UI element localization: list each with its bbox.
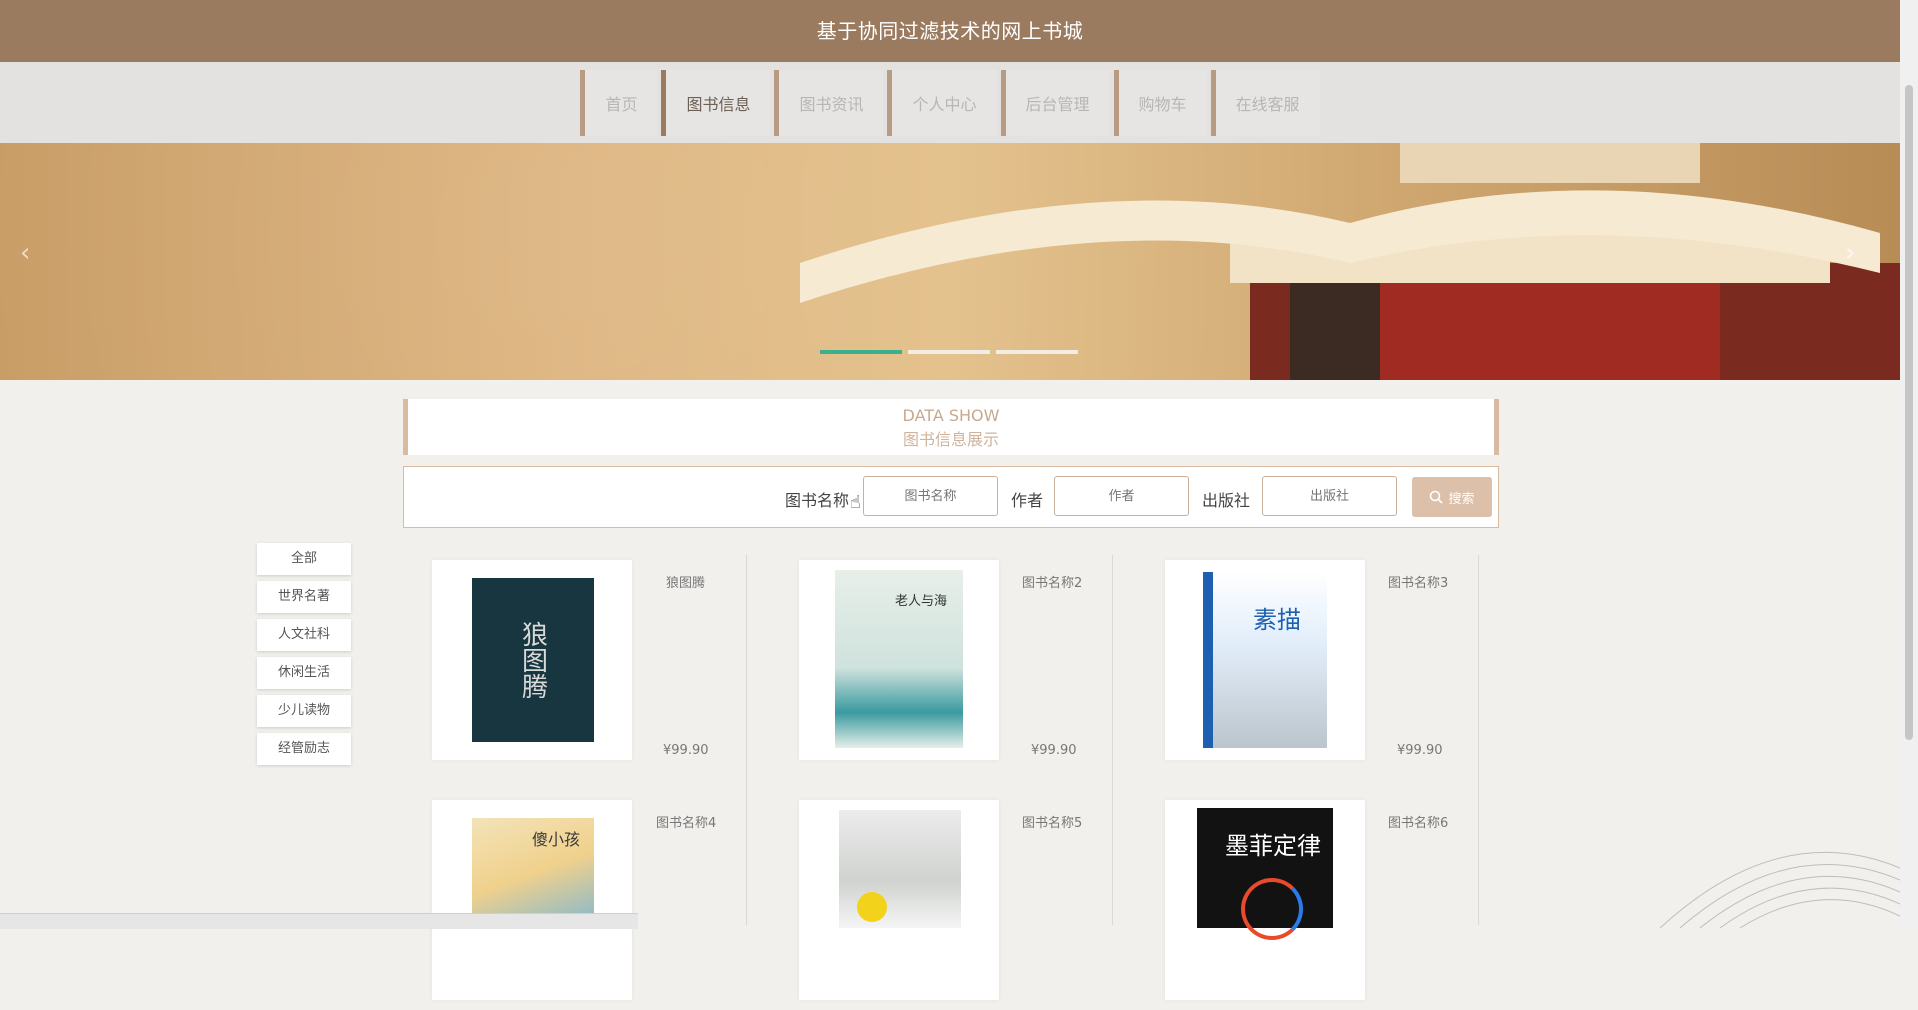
decorative-lines xyxy=(1659,851,1900,928)
product-name[interactable]: 图书名称3 xyxy=(1388,572,1468,591)
column-divider xyxy=(1478,555,1479,925)
category-business[interactable]: 经管励志 xyxy=(257,733,351,765)
search-button-label: 搜索 xyxy=(1448,491,1475,507)
product-price: ¥99.90 xyxy=(1397,743,1443,758)
product-image[interactable] xyxy=(799,800,999,1000)
author-input[interactable] xyxy=(1054,476,1189,516)
nav-item-personal-center[interactable]: 个人中心 xyxy=(887,69,997,136)
book-name-label: 图书名称 xyxy=(785,491,850,510)
yellow-badge xyxy=(857,892,887,922)
book-cover: 傻小孩 xyxy=(472,818,594,928)
banner-dot[interactable] xyxy=(820,350,902,354)
section-title-zh: 图书信息展示 xyxy=(902,430,999,449)
book-cover-title: 傻小孩 xyxy=(532,830,581,849)
section-header: DATA SHOW 图书信息展示 xyxy=(403,399,1499,455)
book-cover-title: 老人与海 xyxy=(895,594,948,609)
product-card[interactable]: 素描 图书名称3 ¥99.90 xyxy=(1165,560,1455,770)
search-button[interactable]: 搜索 xyxy=(1412,477,1492,517)
banner-dot[interactable] xyxy=(908,350,990,354)
nav-item-cart[interactable]: 购物车 xyxy=(1113,69,1207,136)
product-card[interactable]: 狼图腾 狼图腾 ¥99.90 xyxy=(432,560,722,770)
product-name[interactable]: 图书名称5 xyxy=(1022,812,1102,831)
category-humanities[interactable]: 人文社科 xyxy=(257,619,351,651)
column-divider xyxy=(1112,555,1113,925)
mouse-cursor-icon: ☝ xyxy=(850,492,861,513)
book-cover: 狼图腾 xyxy=(472,578,594,742)
publisher-label: 出版社 xyxy=(1202,491,1251,510)
product-card[interactable]: 墨菲定律 图书名称6 xyxy=(1165,800,1455,1010)
banner-dots xyxy=(820,350,1078,354)
nav-item-admin[interactable]: 后台管理 xyxy=(1000,69,1110,136)
product-card[interactable]: 老人与海 图书名称2 ¥99.90 xyxy=(799,560,1089,770)
banner-carousel[interactable]: ‹ › xyxy=(0,143,1900,380)
product-name[interactable]: 图书名称6 xyxy=(1388,812,1468,831)
book-cover: 素描 xyxy=(1203,572,1327,748)
main-nav: 首页 图书信息 图书资讯 个人中心 后台管理 购物车 在线客服 xyxy=(0,62,1900,143)
book-cover-title: 素描 xyxy=(1253,606,1301,634)
author-label: 作者 xyxy=(1011,491,1044,510)
product-image[interactable]: 墨菲定律 xyxy=(1165,800,1365,1000)
banner-next-icon[interactable]: › xyxy=(1845,238,1863,278)
banner-dot[interactable] xyxy=(996,350,1078,354)
product-price: ¥99.90 xyxy=(663,743,709,758)
book-cover: 墨菲定律 xyxy=(1197,808,1333,940)
column-divider xyxy=(746,555,747,925)
book-name-input[interactable] xyxy=(863,476,998,516)
product-image[interactable]: 老人与海 xyxy=(799,560,999,760)
book-cover: 老人与海 xyxy=(835,570,963,748)
category-all[interactable]: 全部 xyxy=(257,543,351,575)
banner-book-illustration xyxy=(800,143,1900,380)
section-title-en: DATA SHOW xyxy=(902,406,1000,425)
product-image[interactable]: 狼图腾 xyxy=(432,560,632,760)
product-card[interactable]: 傻小孩 图书名称4 xyxy=(432,800,722,1010)
category-world-classics[interactable]: 世界名著 xyxy=(257,581,351,613)
banner-prev-icon[interactable]: ‹ xyxy=(20,238,38,278)
book-cover xyxy=(839,810,961,928)
nav-item-home[interactable]: 首页 xyxy=(580,69,658,136)
site-title: 基于协同过滤技术的网上书城 xyxy=(816,19,1084,43)
cover-ring xyxy=(1241,878,1303,940)
browser-status-bar xyxy=(0,913,638,929)
nav-item-book-news[interactable]: 图书资讯 xyxy=(774,69,884,136)
product-image[interactable]: 素描 xyxy=(1165,560,1365,760)
category-leisure[interactable]: 休闲生活 xyxy=(257,657,351,689)
search-icon xyxy=(1430,490,1444,504)
product-name[interactable]: 图书名称2 xyxy=(1022,572,1102,591)
product-card[interactable]: 图书名称5 xyxy=(799,800,1089,1010)
category-children[interactable]: 少儿读物 xyxy=(257,695,351,727)
nav-item-support[interactable]: 在线客服 xyxy=(1210,69,1320,136)
scrollbar-thumb[interactable] xyxy=(1905,85,1913,740)
site-header: 基于协同过滤技术的网上书城 xyxy=(0,0,1900,62)
publisher-input[interactable] xyxy=(1262,476,1397,516)
product-price: ¥99.90 xyxy=(1031,743,1077,758)
search-bar: 图书名称 作者 出版社 搜索 xyxy=(403,466,1499,528)
product-image[interactable]: 傻小孩 xyxy=(432,800,632,1000)
nav-item-book-info[interactable]: 图书信息 xyxy=(661,69,771,136)
page-scrollbar[interactable] xyxy=(1900,0,1918,928)
product-name[interactable]: 狼图腾 xyxy=(666,572,746,591)
product-name[interactable]: 图书名称4 xyxy=(656,812,736,831)
book-cover-title: 墨菲定律 xyxy=(1225,832,1321,860)
